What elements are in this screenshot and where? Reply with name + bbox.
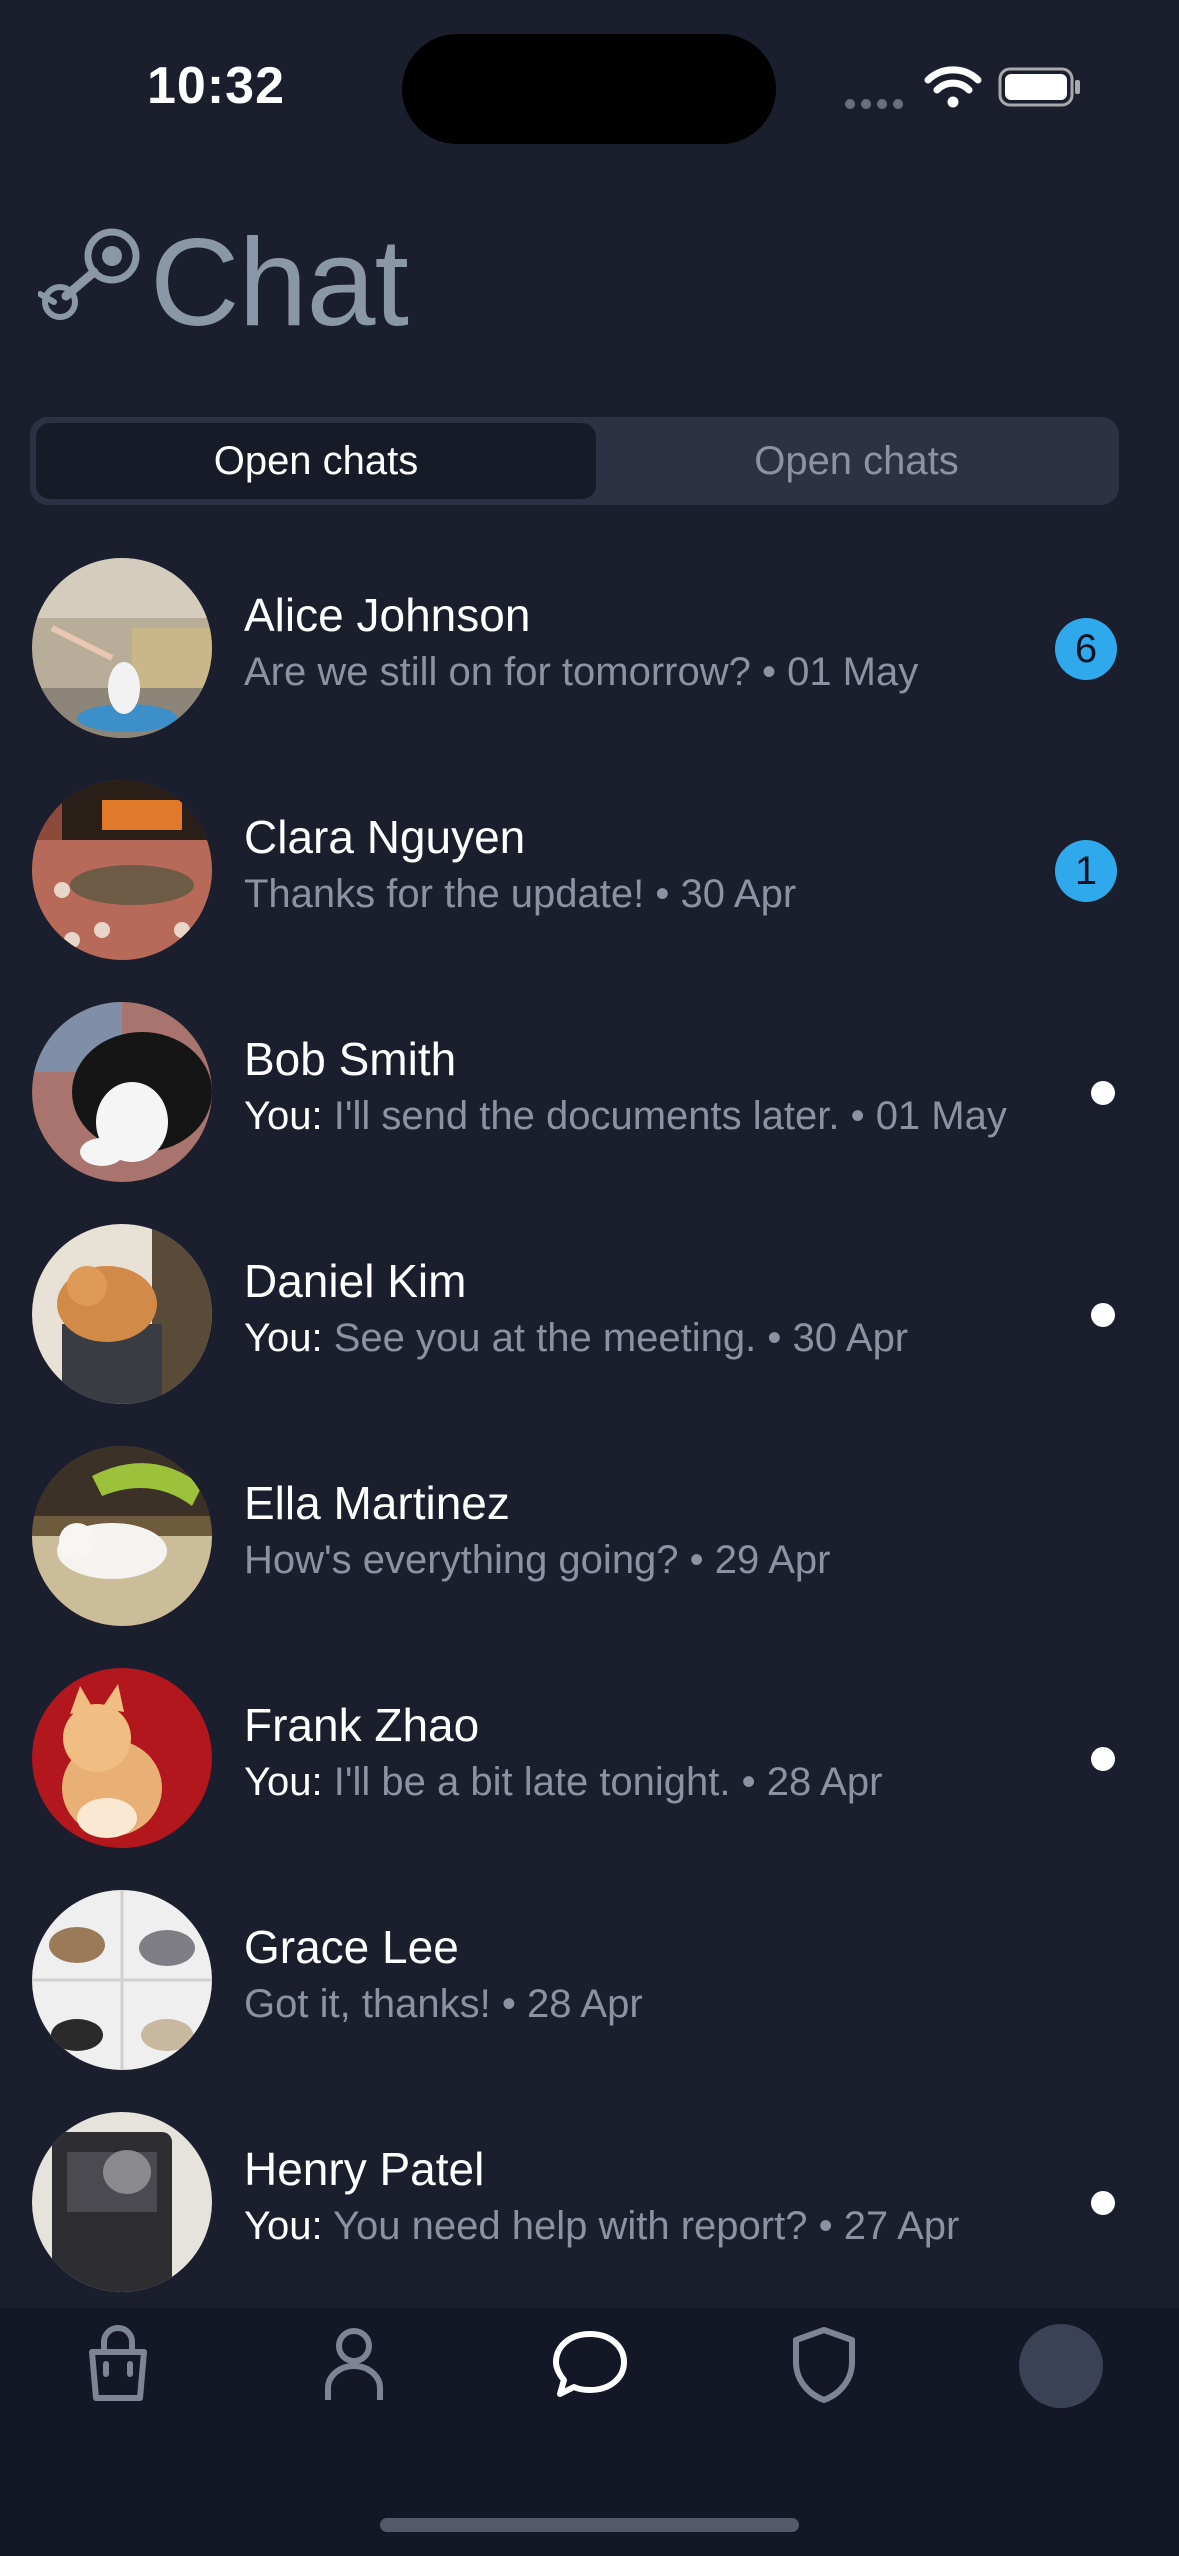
segment-open-chats-right[interactable]: Open chats — [600, 417, 1113, 505]
home-indicator — [380, 2518, 799, 2532]
avatar — [32, 1890, 212, 2070]
cellular-signal-icon — [845, 96, 909, 114]
contact-name: Clara Nguyen — [244, 811, 526, 863]
contact-name: Ella Martinez — [244, 1477, 510, 1529]
chat-row-alice-johnson[interactable]: Alice Johnson Are we still on for tomorr… — [0, 558, 1179, 780]
chat-row-frank-zhao[interactable]: Frank Zhao You: I'll be a bit late tonig… — [0, 1668, 1179, 1890]
read-status-dot — [1091, 1081, 1115, 1105]
chat-bubble-icon[interactable] — [550, 2322, 630, 2406]
unread-count-badge: 1 — [1055, 840, 1117, 902]
avatar — [32, 1668, 212, 1848]
message-preview: Thanks for the update! • 30 Apr — [244, 872, 797, 916]
contact-name: Frank Zhao — [244, 1699, 480, 1751]
avatar — [32, 780, 212, 960]
segment-open-chats-left[interactable]: Open chats — [36, 417, 596, 505]
chat-row-ella-martinez[interactable]: Ella Martinez How's everything going? • … — [0, 1446, 1179, 1668]
message-preview: You: I'll be a bit late tonight. • 28 Ap… — [244, 1760, 883, 1804]
chat-row-clara-nguyen[interactable]: Clara Nguyen Thanks for the update! • 30… — [0, 780, 1179, 1002]
page-title: Chat — [150, 214, 409, 352]
read-status-dot — [1091, 1747, 1115, 1771]
shield-icon[interactable] — [788, 2322, 860, 2406]
chat-row-henry-patel[interactable]: Henry Patel You: You need help with repo… — [0, 2112, 1179, 2334]
battery-icon — [998, 67, 1080, 107]
avatar — [32, 558, 212, 738]
contact-name: Henry Patel — [244, 2143, 485, 2195]
avatar — [32, 2112, 212, 2292]
unread-count-badge: 6 — [1055, 618, 1117, 680]
contact-name: Alice Johnson — [244, 589, 531, 641]
contact-name: Bob Smith — [244, 1033, 457, 1085]
chat-row-daniel-kim[interactable]: Daniel Kim You: See you at the meeting. … — [0, 1224, 1179, 1446]
steam-logo-icon — [38, 228, 140, 320]
read-status-dot — [1091, 2191, 1115, 2215]
shopping-bag-icon[interactable] — [82, 2322, 154, 2406]
chat-filter-segmented-control: Open chats Open chats — [30, 417, 1119, 505]
person-icon[interactable] — [318, 2322, 390, 2406]
status-time: 10:32 — [147, 57, 285, 115]
wifi-icon — [924, 66, 982, 108]
message-preview: Got it, thanks! • 28 Apr — [244, 1982, 643, 2026]
message-preview: You: You need help with report? • 27 Apr — [244, 2204, 960, 2248]
message-preview: How's everything going? • 29 Apr — [244, 1538, 831, 1582]
message-preview: You: See you at the meeting. • 30 Apr — [244, 1316, 909, 1360]
dynamic-island — [402, 34, 776, 144]
read-status-dot — [1091, 1303, 1115, 1327]
contact-name: Daniel Kim — [244, 1255, 467, 1307]
contact-name: Grace Lee — [244, 1921, 459, 1973]
chat-row-bob-smith[interactable]: Bob Smith You: I'll send the documents l… — [0, 1002, 1179, 1224]
chat-row-grace-lee[interactable]: Grace Lee Got it, thanks! • 28 Apr — [0, 1890, 1179, 2112]
avatar — [32, 1224, 212, 1404]
message-preview: Are we still on for tomorrow? • 01 May — [244, 650, 919, 694]
profile-avatar[interactable] — [1019, 2324, 1103, 2408]
avatar — [32, 1446, 212, 1626]
avatar — [32, 1002, 212, 1182]
message-preview: You: I'll send the documents later. • 01… — [244, 1094, 1007, 1138]
